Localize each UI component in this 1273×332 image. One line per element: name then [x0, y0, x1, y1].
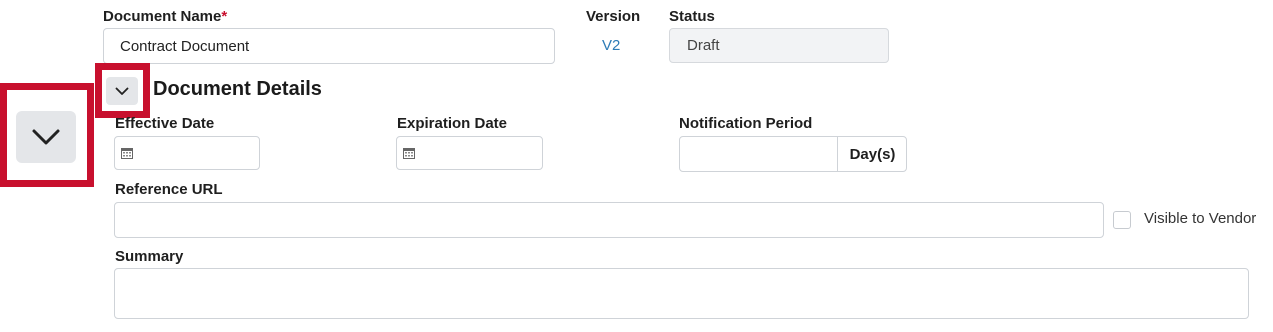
notification-period-input[interactable]: Day(s) — [679, 136, 907, 172]
days-unit-addon: Day(s) — [837, 137, 907, 171]
document-name-label: Document Name* — [103, 8, 227, 25]
document-name-label-text: Document Name — [103, 8, 222, 25]
summary-label: Summary — [115, 248, 184, 265]
section-collapse-toggle-button[interactable] — [106, 77, 138, 105]
zoomed-collapse-toggle-button[interactable] — [16, 111, 76, 163]
expiration-date-label: Expiration Date — [397, 115, 508, 132]
effective-date-label: Effective Date — [115, 115, 215, 132]
reference-url-input[interactable] — [114, 202, 1104, 238]
document-name-value: Contract Document — [120, 37, 250, 55]
section-title: Document Details — [153, 78, 322, 100]
chevron-down-icon — [115, 87, 129, 95]
version-link[interactable]: V2 — [602, 37, 620, 54]
required-marker: * — [221, 8, 228, 25]
document-name-input[interactable]: Contract Document — [103, 28, 555, 64]
effective-date-input[interactable] — [114, 136, 260, 170]
status-field: Draft — [669, 28, 889, 63]
visible-to-vendor-checkbox[interactable] — [1113, 211, 1131, 229]
reference-url-label: Reference URL — [115, 181, 223, 198]
chevron-down-icon — [32, 129, 60, 145]
expiration-date-input[interactable] — [396, 136, 543, 170]
notification-period-label: Notification Period — [679, 115, 813, 132]
summary-textarea[interactable] — [114, 268, 1249, 319]
status-label: Status — [669, 8, 715, 25]
visible-to-vendor-label: Visible to Vendor — [1144, 210, 1257, 227]
version-label: Version — [586, 8, 641, 25]
calendar-icon — [403, 148, 415, 159]
status-value: Draft — [687, 37, 720, 54]
calendar-icon — [121, 148, 133, 159]
